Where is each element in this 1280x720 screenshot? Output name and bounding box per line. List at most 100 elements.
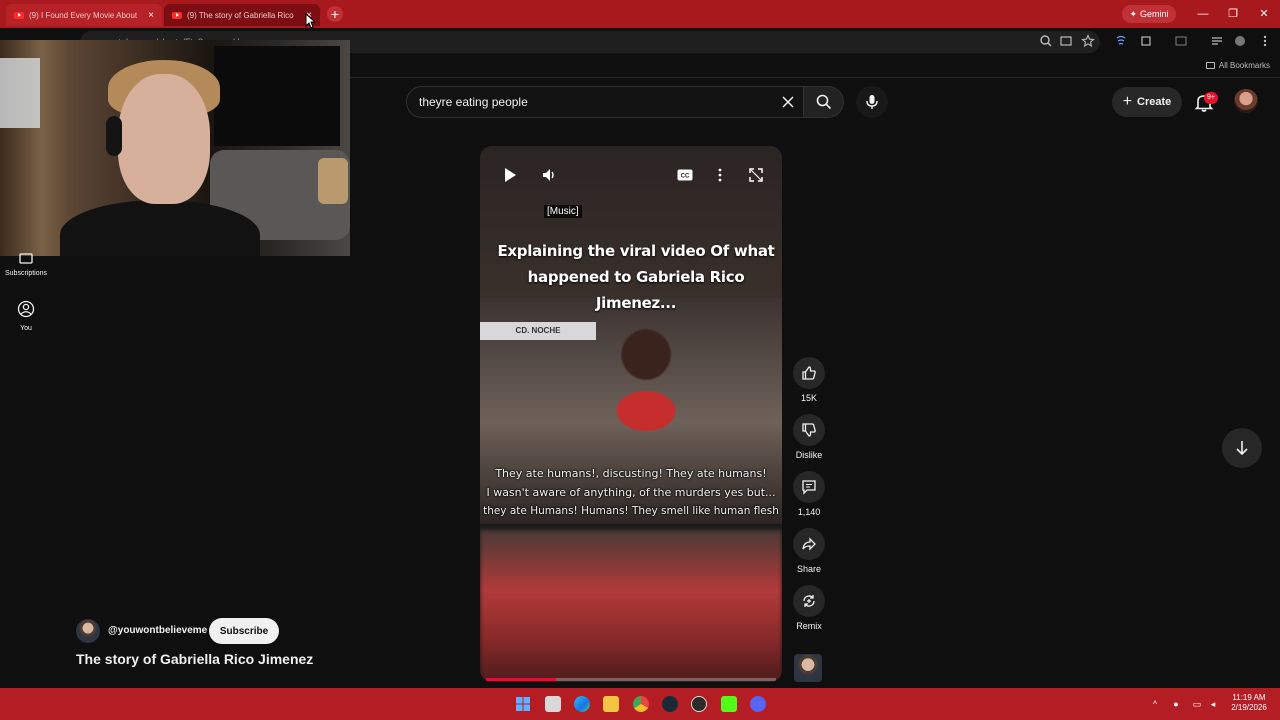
comments-button[interactable]: 1,140 [792,471,826,517]
notification-count-badge: 9+ [1204,92,1218,104]
voice-search-button[interactable] [856,86,888,118]
kick-icon[interactable] [721,696,737,712]
subscriptions-icon [19,253,33,264]
youtube-favicon-icon [14,11,24,19]
restore-window-icon[interactable]: ❐ [1226,7,1240,21]
dislike-button[interactable]: Dislike [792,414,826,460]
network-icon[interactable]: ▭ [1192,699,1202,709]
all-bookmarks-label: All Bookmarks [1218,61,1270,70]
sidebar-item-you[interactable]: You [0,300,52,332]
more-vertical-icon [718,168,722,182]
youtube-favicon-icon [172,11,182,19]
speaker-icon[interactable]: ◂ [1208,699,1218,709]
microphone-tray-icon[interactable]: ● [1171,699,1181,709]
title-overlay-line: happened to Gabriela Rico Jimenez... [527,268,745,312]
create-button[interactable]: + Create [1112,87,1182,117]
thumbs-up-icon [802,366,816,380]
tab-title: (9) I Found Every Movie About [29,10,138,20]
chrome-browser-icon[interactable] [633,696,649,712]
all-bookmarks-button[interactable]: All Bookmarks [1205,61,1270,70]
svg-text:CC: CC [681,174,690,180]
gemini-label: Gemini [1140,9,1169,19]
thumbs-down-icon [802,423,816,437]
play-icon [505,168,516,182]
tab-movie-video[interactable]: (9) I Found Every Movie About × [6,4,162,26]
comment-count: 1,140 [797,507,821,517]
clear-search-icon[interactable] [781,95,795,109]
search-input[interactable] [419,87,759,117]
subtitle-line: I wasn't aware of anything, of the murde… [486,486,776,499]
close-tab-icon[interactable]: × [148,10,154,21]
tab-gabriella-rico[interactable]: (9) The story of Gabriella Rico × [164,4,320,26]
play-button[interactable] [498,163,522,187]
task-view-icon[interactable] [545,696,561,712]
next-short-button[interactable] [1222,428,1262,468]
share-arrow-icon [802,537,816,551]
obs-icon[interactable] [691,696,707,712]
user-circle-icon [17,300,35,318]
like-button[interactable]: 15K [792,357,826,403]
discord-icon[interactable] [750,696,766,712]
sparkle-icon: ✦ [1129,8,1138,19]
remix-button[interactable]: Remix [792,585,826,631]
minimize-window-icon[interactable]: — [1196,7,1210,21]
install-app-icon[interactable] [1059,34,1073,48]
search-box [406,86,804,118]
sidebar-item-label: You [20,325,32,332]
mouse-cursor-icon [305,13,315,29]
remix-icon [803,595,815,607]
tab-title: (9) The story of Gabriella Rico [187,10,294,20]
channel-handle[interactable]: @youwontbelieveme [108,625,207,636]
microphone-icon [866,95,878,109]
short-title: The story of Gabriella Rico Jimenez [76,651,314,667]
search-icon [816,94,831,110]
channel-avatar[interactable] [76,619,100,643]
close-window-icon[interactable]: ✕ [1257,7,1271,21]
sidebar-item-subscriptions[interactable]: Subscriptions [0,252,52,277]
music-caption: [Music] [544,205,582,218]
system-clock[interactable]: 11:19 AM 2/19/2026 [1224,693,1274,713]
reading-list-icon[interactable] [1210,34,1224,48]
bookmark-star-icon[interactable] [1081,34,1095,48]
subtitle-line: they ate Humans! Humans! They smell like… [483,505,779,517]
volume-icon [543,169,554,181]
title-overlay-line: Explaining the viral video Of what [497,242,775,260]
gemini-button[interactable]: ✦ Gemini [1122,5,1176,23]
split-view-icon[interactable] [1174,34,1188,48]
video-title-overlay: Explaining the viral video Of what happe… [486,238,786,316]
browser-menu-icon[interactable] [1258,34,1272,48]
edge-browser-icon[interactable] [574,696,590,712]
share-button[interactable]: Share [792,528,826,574]
sidebar-item-label: Subscriptions [4,270,48,277]
clock-date: 2/19/2026 [1231,703,1267,712]
puzzle-extensions-icon[interactable] [1139,34,1153,48]
zoom-icon[interactable] [1039,34,1053,48]
like-count: 15K [800,393,817,403]
subtitle-line: They ate humans!, discusting! They ate h… [495,467,767,480]
shorts-video-player[interactable]: CD. NOCHE [480,146,782,682]
new-tab-button[interactable]: + [327,6,343,22]
expand-icon [749,168,763,182]
search-button[interactable] [804,86,844,118]
closed-captions-icon: CC [677,169,693,181]
show-hidden-icons-icon[interactable]: ^ [1150,699,1160,709]
webcam-overlay [0,40,350,256]
file-explorer-icon[interactable] [603,696,619,712]
account-avatar[interactable] [1234,89,1258,113]
dislike-label: Dislike [795,450,823,460]
share-label: Share [796,564,822,574]
channel-thumbnail[interactable] [794,654,822,682]
captions-button[interactable]: CC [673,163,697,187]
subscribe-button[interactable]: Subscribe [209,618,279,644]
more-options-button[interactable] [708,163,732,187]
volume-button[interactable] [537,163,561,187]
video-progress-bar[interactable] [486,678,776,681]
profile-extension-icon[interactable] [1233,34,1247,48]
steam-icon[interactable] [662,696,678,712]
windows-start-icon[interactable] [515,696,531,712]
folder-icon [1205,62,1215,69]
extension-icon[interactable] [1114,34,1128,48]
remix-label: Remix [796,621,822,631]
fullscreen-button[interactable] [744,163,768,187]
channel-bug-label: CD. NOCHE [480,322,596,340]
